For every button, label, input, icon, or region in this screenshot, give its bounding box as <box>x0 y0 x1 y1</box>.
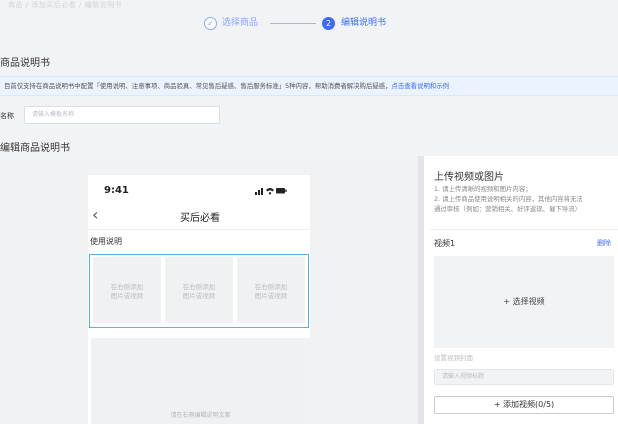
status-time: 9:41 <box>104 185 129 196</box>
name-label: 名称 <box>0 112 14 120</box>
notice-link[interactable]: 点击查看说明和示例 <box>392 82 450 90</box>
select-video-area[interactable]: + 选择视频 <box>434 256 614 348</box>
add-video-button[interactable]: + 添加视频(0/5) <box>434 396 614 414</box>
media-placeholder-tile[interactable]: 在右侧添加 图片或视频 <box>237 257 305 323</box>
status-icons <box>255 186 287 197</box>
tile-hint: 在右侧添加 图片或视频 <box>110 283 144 300</box>
step-1-label[interactable]: 选择商品 <box>222 17 258 30</box>
phone-nav-title: 买后必看 <box>180 213 220 224</box>
section-title: 商品说明书 <box>0 58 50 69</box>
usage-section-label: 使用说明 <box>90 237 122 246</box>
video-title-input[interactable]: 请输入视频标题 <box>434 369 614 385</box>
name-input[interactable]: 请输入模板名称 <box>24 106 220 124</box>
upload-rule: 通过审核（例如：营销相关、好评返现、催下导流） <box>434 205 581 213</box>
breadcrumb: 商品 / 添加买后必看 / 编辑说明书 <box>8 1 123 9</box>
text-block-hint: 请在右侧编辑说明文案 <box>170 412 231 419</box>
tile-hint: 在右侧添加 图片或视频 <box>254 283 288 300</box>
step-2-label: 编辑说明书 <box>341 18 387 28</box>
page: 商品 / 添加买后必看 / 编辑说明书 ✓ 选择商品 2 编辑说明书 商品说明书… <box>0 0 618 424</box>
tile-hint: 在右侧添加 图片或视频 <box>182 283 216 300</box>
delete-video-link[interactable]: 删除 <box>597 238 611 248</box>
back-chevron-icon[interactable]: ‹ <box>92 207 98 223</box>
signal-wifi-battery-icon <box>255 188 287 195</box>
step-2-badge: 2 <box>322 17 335 30</box>
notice-text: 目前仅支持在商品说明书中配置「使用说明、注意事项、商品验真、常见售后疑惑、售后服… <box>4 82 392 90</box>
upload-panel-title: 上传视频或图片 <box>434 172 504 183</box>
editor-title: 编辑商品说明书 <box>0 143 70 154</box>
video-label: 视频1 <box>434 239 456 248</box>
media-placeholder-tile[interactable]: 在右侧添加 图片或视频 <box>93 257 161 323</box>
step-connector <box>270 23 316 24</box>
check-circle-icon: ✓ <box>204 17 217 30</box>
upload-rule: 1. 请上传清晰的视频和图片内容； <box>434 185 532 193</box>
notice-bar: 目前仅支持在商品说明书中配置「使用说明、注意事项、商品验真、常见售后疑惑、售后服… <box>0 76 618 96</box>
media-placeholder-tile[interactable]: 在右侧添加 图片或视频 <box>165 257 233 323</box>
upload-rule: 2. 请上传商品使用说明相关的内容，其他内容将无法 <box>434 195 583 203</box>
cover-label[interactable]: 设置视频封面 <box>434 352 473 362</box>
phone-divider <box>88 229 310 230</box>
upload-divider <box>430 229 618 230</box>
